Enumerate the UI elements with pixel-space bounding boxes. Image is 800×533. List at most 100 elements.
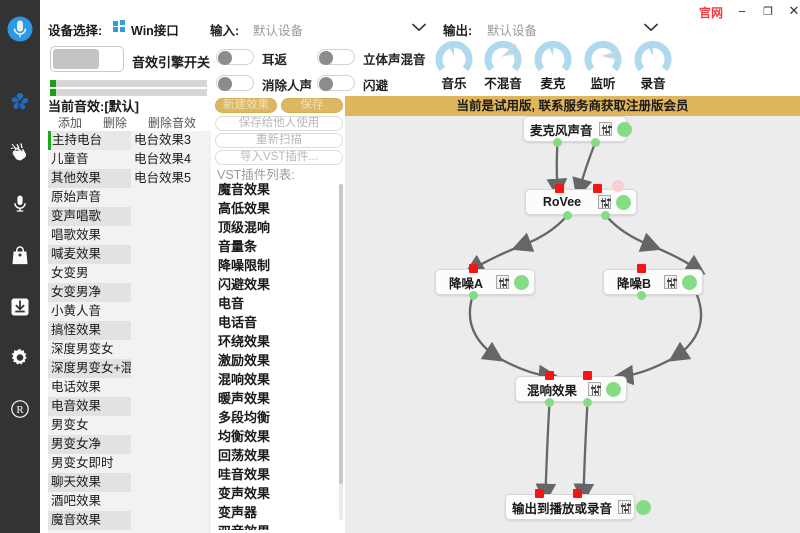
delete-effect-action[interactable]: 删除音效: [148, 114, 196, 131]
save-for-others-button[interactable]: 保存给他人使用: [215, 116, 343, 131]
vst-scrollbar-thumb[interactable]: [339, 184, 343, 484]
vst-list-item[interactable]: 闪避效果: [215, 275, 343, 294]
effect-list-item[interactable]: 喊麦效果: [48, 245, 131, 264]
vst-list-item[interactable]: 暖声效果: [215, 389, 343, 408]
graph-node-power-led[interactable]: [616, 121, 632, 137]
graph-node-output-port[interactable]: [545, 398, 554, 407]
graph-node-input-port[interactable]: [469, 264, 478, 273]
effect-list-item[interactable]: 深度男变女: [48, 340, 131, 359]
toggle-remove-vocal[interactable]: [216, 75, 254, 91]
gear-icon[interactable]: [0, 341, 40, 375]
official-site-link[interactable]: 官网: [699, 4, 723, 21]
effects-list-secondary[interactable]: 电台效果3 电台效果4 电台效果5: [131, 131, 211, 533]
graph-node[interactable]: 降噪B: [603, 269, 703, 295]
vst-list-item[interactable]: 激励效果: [215, 351, 343, 370]
effect-list-item[interactable]: 原始声音: [48, 188, 131, 207]
vst-list-item[interactable]: 顶级混响: [215, 218, 343, 237]
effect-list-item[interactable]: 聊天效果: [48, 473, 131, 492]
graph-node-input-port[interactable]: [555, 184, 564, 193]
effect-list-item[interactable]: 男变女净: [48, 435, 131, 454]
maximize-button[interactable]: ❐: [758, 3, 778, 19]
vst-list-item[interactable]: 双音效果: [215, 522, 343, 530]
output-device-value[interactable]: 默认设备: [487, 20, 537, 39]
graph-node-fader-icon[interactable]: [598, 195, 611, 209]
graph-node-output-port[interactable]: [601, 211, 610, 220]
input-device-value[interactable]: 默认设备: [253, 20, 303, 39]
vst-scrollbar[interactable]: [339, 184, 343, 520]
effect-list-item[interactable]: 变声唱歌: [48, 207, 131, 226]
engine-switch-toggle[interactable]: [50, 46, 124, 72]
vst-list-item[interactable]: 魔音效果: [215, 180, 343, 199]
graph-node-power-led[interactable]: [682, 274, 697, 290]
effect-list-item[interactable]: 其他效果: [48, 169, 131, 188]
effect-list-item[interactable]: 搞怪效果: [48, 321, 131, 340]
effect-list-item[interactable]: 男变女: [48, 416, 131, 435]
vst-list-item[interactable]: 混响效果: [215, 370, 343, 389]
knob-no-mix[interactable]: 不混音: [480, 38, 526, 92]
graph-node-fader-icon[interactable]: [664, 275, 677, 289]
graph-node[interactable]: 混响效果: [515, 376, 627, 402]
knob-music[interactable]: 音乐: [431, 38, 477, 92]
new-effect-button[interactable]: 新建效果: [215, 98, 277, 113]
graph-node-input-port[interactable]: [593, 184, 602, 193]
effect-list-item[interactable]: 魔音效果: [48, 511, 131, 530]
graph-node-output-port[interactable]: [563, 211, 572, 220]
vst-list-item[interactable]: 音量条: [215, 237, 343, 256]
effect-list-item[interactable]: 酒吧效果: [48, 492, 131, 511]
graph-node-power-led[interactable]: [606, 381, 621, 397]
effects-list-primary[interactable]: 主持电台 儿童音 其他效果 原始声音 变声唱歌 唱歌效果 喊麦效果 女变男 女变男净 小黄人音 搞怪…: [48, 131, 131, 533]
effect-list-item[interactable]: 儿童音: [48, 150, 131, 169]
delete-action[interactable]: 删除: [103, 114, 127, 131]
knob-monitor[interactable]: 监听: [580, 38, 626, 92]
effect-list-item[interactable]: 电音效果: [48, 397, 131, 416]
effect-list-item[interactable]: 女变男: [48, 264, 131, 283]
graph-node-output-port[interactable]: [637, 291, 646, 300]
graph-node-input-port[interactable]: [535, 489, 544, 498]
effect-list-item[interactable]: 主持电台: [48, 131, 131, 150]
graph-node-power-led[interactable]: [514, 274, 529, 290]
device-select-value[interactable]: Win接口: [131, 20, 179, 39]
graph-node-output-port[interactable]: [469, 291, 478, 300]
download-icon[interactable]: [0, 290, 40, 324]
import-vst-button[interactable]: 导入VST插件...: [215, 150, 343, 165]
graph-node-input-port[interactable]: [583, 371, 592, 380]
graph-node-output-port[interactable]: [553, 138, 562, 147]
graph-node-output-port[interactable]: [591, 138, 600, 147]
effect-preset-item[interactable]: 电台效果5: [131, 169, 211, 188]
graph-node[interactable]: 输出到播放或录音: [505, 494, 652, 520]
graph-node-bypass-indicator[interactable]: [612, 180, 624, 192]
vst-list-item[interactable]: 环绕效果: [215, 332, 343, 351]
vst-list-item[interactable]: 回荡效果: [215, 446, 343, 465]
graph-node-input-port[interactable]: [573, 489, 582, 498]
vst-list-item[interactable]: 均衡效果: [215, 427, 343, 446]
close-button[interactable]: ✕: [784, 3, 800, 19]
toggle-earback[interactable]: [216, 49, 254, 65]
vst-list-item[interactable]: 多段均衡: [215, 408, 343, 427]
graph-node[interactable]: 降噪A: [435, 269, 535, 295]
vst-list[interactable]: 魔音效果 高低效果 顶级混响 音量条 降噪限制 闪避效果 电音 电话音 环绕效果 激励效果 混响效果…: [215, 180, 343, 530]
graph-node-input-port[interactable]: [637, 264, 646, 273]
rescan-button[interactable]: 重新扫描: [215, 133, 343, 148]
registered-icon[interactable]: R: [0, 392, 40, 426]
effect-list-item[interactable]: 唱歌效果: [48, 226, 131, 245]
knob-record[interactable]: 录音: [630, 38, 676, 92]
toggle-stereo-mix[interactable]: [317, 49, 355, 65]
knob-mic[interactable]: 麦克: [530, 38, 576, 92]
clap-hand-icon[interactable]: [0, 135, 40, 169]
microphone-icon[interactable]: [0, 186, 40, 220]
effect-preset-item[interactable]: 电台效果3: [131, 131, 211, 150]
vst-list-item[interactable]: 高低效果: [215, 199, 343, 218]
effect-list-item[interactable]: 深度男变女+混响: [48, 359, 131, 378]
graph-node-output-port[interactable]: [583, 398, 592, 407]
input-chevron-down-icon[interactable]: [412, 23, 426, 32]
effect-chain-graph[interactable]: 麦克风声音 RoVee 降噪A 降噪B 混响效果 输出到播放或录音: [345, 116, 800, 533]
save-button[interactable]: 保存: [281, 98, 343, 113]
vst-list-item[interactable]: 电音: [215, 294, 343, 313]
effect-list-item[interactable]: 小黄人音: [48, 302, 131, 321]
graph-node-input-port[interactable]: [545, 371, 554, 380]
effect-list-item[interactable]: 男变女即时: [48, 454, 131, 473]
graph-node-fader-icon[interactable]: [598, 122, 612, 136]
graph-node-power-led[interactable]: [616, 194, 631, 210]
graph-node-power-led[interactable]: [636, 499, 652, 515]
add-effect-action[interactable]: 添加: [58, 114, 82, 131]
